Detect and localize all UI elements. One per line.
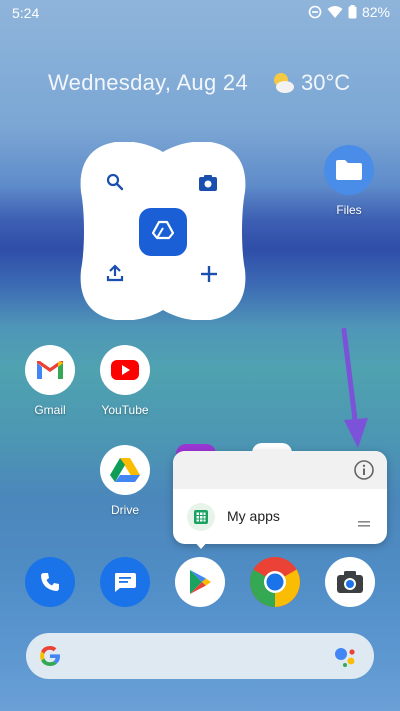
- drive-logo-icon: [151, 220, 175, 245]
- status-bar: 5:24 82%: [0, 0, 400, 26]
- info-icon[interactable]: [353, 459, 375, 481]
- play-store-icon: [175, 557, 225, 607]
- plus-icon: [200, 265, 218, 288]
- battery-icon: [348, 5, 357, 19]
- chrome-icon: [250, 557, 300, 607]
- search-button[interactable]: [100, 169, 130, 199]
- google-assistant-icon[interactable]: [332, 644, 358, 675]
- dock-phone[interactable]: [15, 557, 85, 607]
- files-icon: [324, 145, 374, 195]
- camera-icon: [325, 557, 375, 607]
- gmail-icon: [25, 345, 75, 395]
- shortcut-label: My apps: [227, 508, 280, 524]
- battery-percent: 82%: [361, 4, 390, 20]
- popup-pointer: [193, 540, 209, 549]
- dock-chrome[interactable]: [240, 557, 310, 607]
- google-search-bar[interactable]: [26, 633, 374, 679]
- app-label: Gmail: [34, 403, 66, 417]
- create-button[interactable]: [194, 261, 224, 291]
- app-label: Files: [336, 203, 362, 217]
- dock-camera[interactable]: [315, 557, 385, 607]
- upload-button[interactable]: [100, 260, 130, 290]
- google-logo-icon: [38, 644, 62, 673]
- drag-handle-icon[interactable]: [358, 514, 370, 527]
- wifi-icon: [327, 5, 343, 19]
- scan-button[interactable]: [193, 170, 223, 200]
- shortcut-my-apps[interactable]: My apps: [173, 495, 387, 539]
- app-shortcut-popup: My apps: [173, 451, 387, 544]
- app-youtube[interactable]: YouTube: [90, 345, 160, 417]
- app-files[interactable]: Files: [314, 145, 384, 217]
- app-drive[interactable]: Drive: [90, 445, 160, 517]
- status-icons: 82%: [308, 4, 390, 20]
- drive-icon: [100, 445, 150, 495]
- status-time: 5:24: [12, 5, 40, 21]
- temperature-text[interactable]: 30°C: [301, 70, 350, 96]
- do-not-disturb-icon: [308, 5, 322, 19]
- popup-header: [173, 451, 387, 489]
- partly-cloudy-icon[interactable]: [270, 70, 296, 101]
- app-label: Drive: [110, 503, 139, 517]
- dock-messages[interactable]: [90, 557, 160, 607]
- drive-quick-widget: [73, 142, 253, 320]
- camera-icon: [198, 174, 218, 197]
- phone-icon: [25, 557, 75, 607]
- youtube-icon: [100, 345, 150, 395]
- date-text[interactable]: Wednesday, Aug 24: [48, 70, 248, 96]
- upload-icon: [106, 263, 124, 287]
- drive-open-button[interactable]: [139, 208, 187, 256]
- search-icon: [106, 173, 124, 196]
- dock-play-store[interactable]: [165, 557, 235, 607]
- annotation-arrow: [330, 327, 374, 455]
- messages-icon: [100, 557, 150, 607]
- app-label: YouTube: [101, 403, 149, 417]
- my-apps-icon: [187, 503, 215, 531]
- app-gmail[interactable]: Gmail: [15, 345, 85, 417]
